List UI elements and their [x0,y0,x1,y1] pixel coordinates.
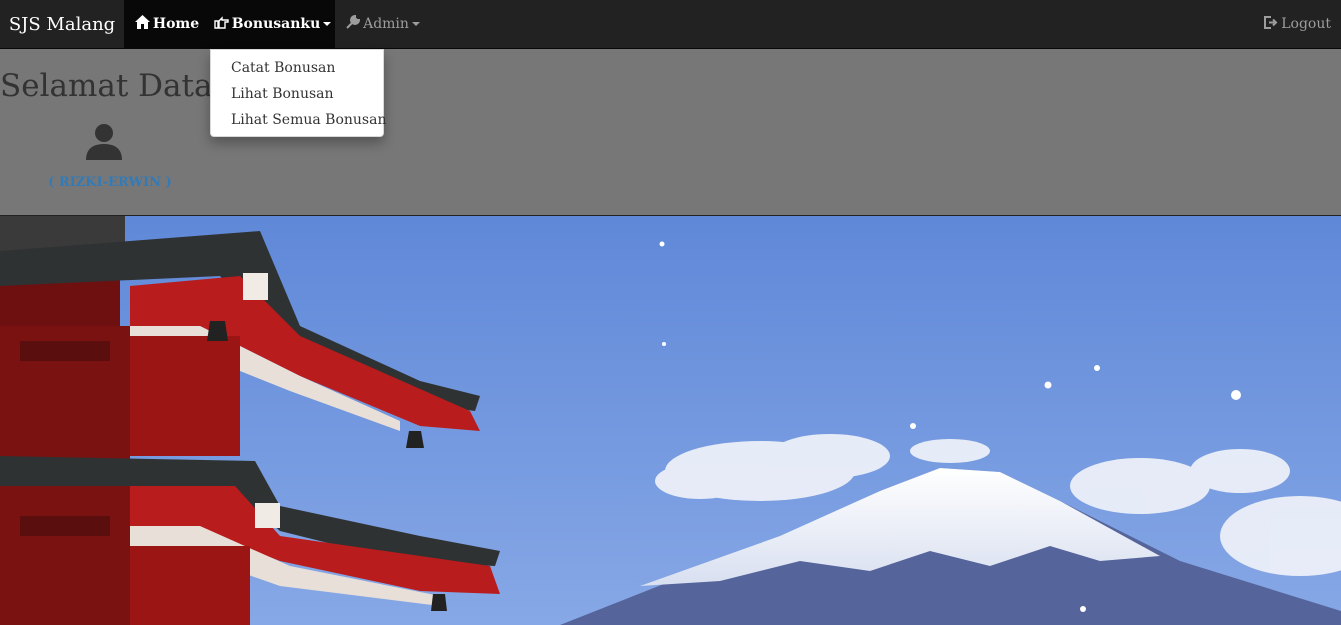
top-navbar: SJS Malang Home Bonusanku Admin Logout [0,0,1341,49]
logout-icon [1264,15,1278,33]
menu-item-lihat-bonusan[interactable]: Lihat Bonusan [211,81,383,107]
chevron-down-icon [323,22,332,26]
hand-pointing-icon [214,15,229,33]
bonusanku-dropdown-menu: Catat Bonusan Lihat Bonusan Lihat Semua … [210,49,386,137]
chevron-down-icon [411,22,420,26]
nav-admin-label: Admin [363,16,409,32]
menu-item-lihat-semua-bonusan[interactable]: Lihat Semua Bonusan [211,107,386,133]
welcome-panel: Selamat Datang ( RIZKI-ERWIN ) [0,49,1341,216]
username-link[interactable]: ( RIZKI-ERWIN ) [0,175,220,190]
nav-home[interactable]: Home [124,0,210,48]
nav-admin-dropdown[interactable]: Admin [335,0,431,48]
hero-image-pagoda-fuji [0,216,1341,625]
nav-bonusanku-dropdown[interactable]: Bonusanku [210,0,335,48]
nav-logout-label: Logout [1281,16,1331,32]
menu-item-catat-bonusan[interactable]: Catat Bonusan [211,55,383,81]
nav-home-label: Home [152,16,200,32]
nav-bonusanku-label: Bonusanku [231,16,321,32]
wrench-icon [346,14,361,33]
nav-logout[interactable]: Logout [1251,0,1331,48]
brand-link[interactable]: SJS Malang [0,0,124,48]
user-icon [84,122,124,162]
home-icon [134,15,150,33]
